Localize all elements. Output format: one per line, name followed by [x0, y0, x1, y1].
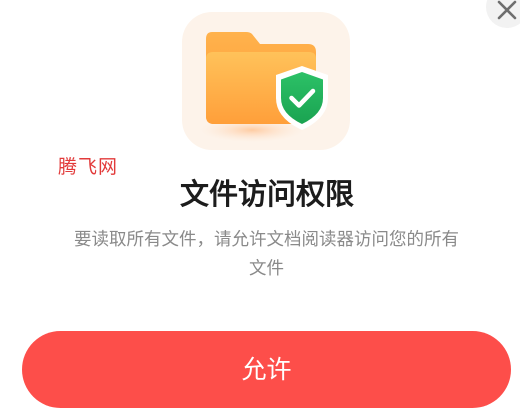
close-button[interactable] — [486, 0, 520, 28]
file-access-permission-dialog: 腾飞网 文件访问权限 要读取所有文件，请允许文档阅读器访问您的所有文件 允许 — [0, 0, 520, 418]
allow-button[interactable]: 允许 — [22, 331, 511, 408]
close-icon — [497, 0, 517, 20]
folder-shield-illustration — [182, 12, 350, 150]
dialog-title: 文件访问权限 — [179, 177, 354, 211]
dialog-description: 要读取所有文件，请允许文档阅读器访问您的所有文件 — [74, 230, 459, 279]
